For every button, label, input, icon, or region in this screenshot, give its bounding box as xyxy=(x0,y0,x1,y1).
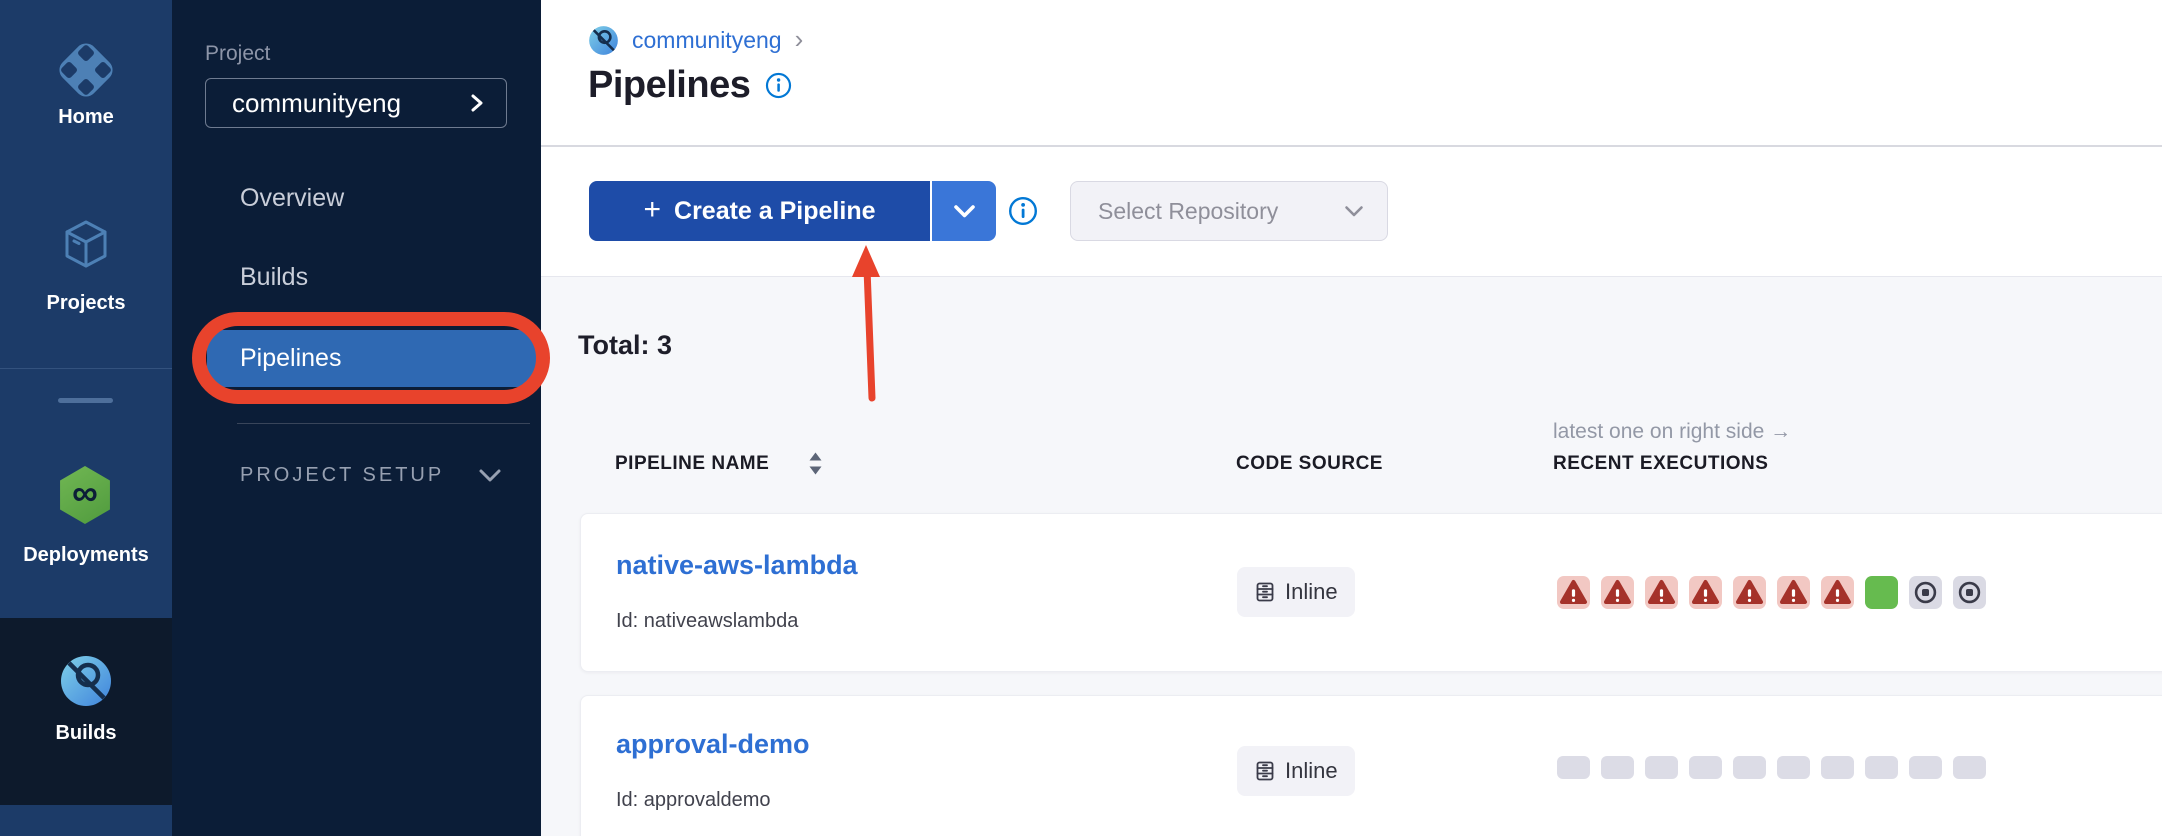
deployments-icon[interactable]: ∞ xyxy=(56,466,114,524)
execution-status-failed-icon[interactable] xyxy=(1645,576,1678,609)
sidebar-divider xyxy=(237,423,530,424)
create-pipeline-label: Create a Pipeline xyxy=(674,197,875,226)
chevron-right-icon xyxy=(468,93,486,113)
chevron-down-icon xyxy=(953,204,976,219)
execution-status-empty-slot xyxy=(1909,756,1942,779)
project-sidebar: Project communityeng Overview Builds Pip… xyxy=(172,0,541,836)
code-source-label: Inline xyxy=(1285,758,1338,784)
pipeline-id: Id: approvaldemo xyxy=(616,789,771,812)
executions-hint: latest one on right side → xyxy=(1553,420,1791,444)
recent-executions xyxy=(1557,756,1986,779)
code-source-badge: Inline xyxy=(1237,567,1355,617)
create-pipeline-caret-button[interactable] xyxy=(932,181,996,241)
chevron-down-icon xyxy=(1344,205,1364,218)
column-header-recent-executions: RECENT EXECUTIONS xyxy=(1553,453,1768,475)
sidebar-item-pipelines-active[interactable]: Pipelines xyxy=(207,330,536,387)
execution-status-empty-slot xyxy=(1557,756,1590,779)
project-setup-toggle[interactable]: PROJECT SETUP xyxy=(240,464,502,487)
code-source-badge: Inline xyxy=(1237,746,1355,796)
rail-divider xyxy=(0,368,172,369)
breadcrumb-project-link[interactable]: communityeng xyxy=(632,27,782,54)
sort-icon[interactable] xyxy=(807,450,824,477)
breadcrumb-separator: › xyxy=(795,26,804,52)
breadcrumb: communityeng › xyxy=(588,25,803,56)
page-title: Pipelines xyxy=(588,64,750,107)
home-icon[interactable] xyxy=(56,40,116,105)
execution-status-aborted-icon[interactable] xyxy=(1953,576,1986,609)
execution-status-empty-slot xyxy=(1821,756,1854,779)
execution-status-failed-icon[interactable] xyxy=(1601,576,1634,609)
title-row: Pipelines xyxy=(588,64,792,107)
create-pipeline-info-icon[interactable] xyxy=(1008,196,1038,226)
execution-status-empty-slot xyxy=(1733,756,1766,779)
builds-ci-icon xyxy=(59,654,113,713)
pipeline-name-link[interactable]: approval-demo xyxy=(616,729,810,760)
header-divider xyxy=(541,145,2162,147)
create-pipeline-button[interactable]: + Create a Pipeline xyxy=(589,181,930,241)
main-content: communityeng › Pipelines + Create a Pipe… xyxy=(541,0,2162,836)
execution-status-empty-slot xyxy=(1689,756,1722,779)
builds-module-icon xyxy=(588,25,619,56)
rail-collapsed-modules-dash[interactable] xyxy=(58,398,113,403)
inline-store-icon xyxy=(1254,760,1276,782)
chevron-down-icon xyxy=(478,468,502,483)
execution-status-empty-slot xyxy=(1865,756,1898,779)
project-selector-value: communityeng xyxy=(232,88,401,119)
sidebar-item-overview[interactable]: Overview xyxy=(240,184,344,213)
pipelines-page: Home Projects ∞ Deployments xyxy=(0,0,2162,836)
pipeline-id: Id: nativeawslambda xyxy=(616,610,798,633)
project-setup-label: PROJECT SETUP xyxy=(240,464,444,487)
total-count: Total: 3 xyxy=(578,330,672,361)
rail-item-projects[interactable]: Projects xyxy=(0,292,172,315)
project-section-label: Project xyxy=(205,42,270,66)
pipeline-row[interactable]: native-aws-lambda Id: nativeawslambda In… xyxy=(580,513,2162,672)
execution-status-empty-slot xyxy=(1601,756,1634,779)
execution-status-failed-icon[interactable] xyxy=(1733,576,1766,609)
pipelines-info-icon[interactable] xyxy=(765,72,792,99)
execution-status-failed-icon[interactable] xyxy=(1689,576,1722,609)
execution-status-failed-icon[interactable] xyxy=(1777,576,1810,609)
plus-icon: + xyxy=(643,195,661,225)
create-pipeline-split-button: + Create a Pipeline xyxy=(589,181,996,241)
inline-store-icon xyxy=(1254,581,1276,603)
module-rail: Home Projects ∞ Deployments xyxy=(0,0,172,836)
execution-status-empty-slot xyxy=(1953,756,1986,779)
pipeline-name-link[interactable]: native-aws-lambda xyxy=(616,550,858,581)
execution-status-success-icon[interactable] xyxy=(1865,576,1898,609)
project-selector[interactable]: communityeng xyxy=(205,78,507,128)
sidebar-item-builds[interactable]: Builds xyxy=(240,263,308,292)
execution-status-failed-icon[interactable] xyxy=(1821,576,1854,609)
rail-item-deployments[interactable]: Deployments xyxy=(0,544,172,567)
rail-active-module-builds[interactable]: Builds xyxy=(0,618,172,805)
column-header-pipeline-name: PIPELINE NAME xyxy=(615,453,769,475)
execution-status-empty-slot xyxy=(1777,756,1810,779)
recent-executions xyxy=(1557,576,1986,609)
execution-status-empty-slot xyxy=(1645,756,1678,779)
rail-item-builds: Builds xyxy=(0,722,172,745)
execution-status-aborted-icon[interactable] xyxy=(1909,576,1942,609)
rail-item-home[interactable]: Home xyxy=(0,106,172,129)
pipeline-row[interactable]: approval-demo Id: approvaldemo Inline xyxy=(580,695,2162,836)
column-header-code-source: CODE SOURCE xyxy=(1236,453,1383,475)
execution-status-failed-icon[interactable] xyxy=(1557,576,1590,609)
projects-cube-icon[interactable] xyxy=(60,218,112,275)
repository-select-placeholder: Select Repository xyxy=(1098,198,1278,225)
repository-select[interactable]: Select Repository xyxy=(1070,181,1388,241)
code-source-label: Inline xyxy=(1285,579,1338,605)
